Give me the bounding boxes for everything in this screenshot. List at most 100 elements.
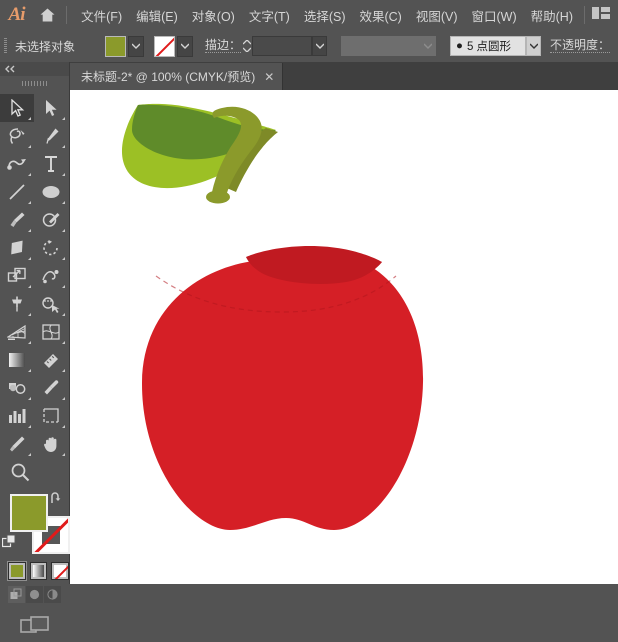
tools-panel-grip[interactable] [0,76,69,90]
stroke-color-swatch[interactable] [154,36,175,57]
width-tool[interactable] [34,262,68,290]
tool-flyout-corner-icon [62,173,65,176]
brush-dropdown-chevron-icon[interactable] [526,36,541,56]
zoom-tool[interactable] [0,458,44,486]
gradient-tool[interactable] [0,346,34,374]
draw-normal-button[interactable] [8,586,25,603]
apple-illustration[interactable] [70,90,618,584]
draw-behind-button[interactable] [26,586,43,603]
blend-tool[interactable] [0,374,34,402]
variable-width-profile-select[interactable] [341,36,436,56]
tool-flyout-corner-icon [62,117,65,120]
menu-type[interactable]: 文字(T) [242,0,297,30]
menu-select[interactable]: 选择(S) [297,0,353,30]
paintbrush-tool[interactable] [0,206,34,234]
column-graph-tool[interactable] [0,402,34,430]
menu-edit[interactable]: 编辑(E) [129,0,185,30]
tool-flyout-corner-icon [62,313,65,316]
brush-bullet-icon: ● [451,40,465,52]
eraser-tool[interactable] [0,234,34,262]
tool-flyout-corner-icon [28,425,31,428]
menu-window[interactable]: 窗口(W) [465,0,524,30]
menu-view[interactable]: 视图(V) [409,0,465,30]
fill-stroke-controls [0,490,69,556]
app-logo: Ai [0,0,33,30]
stroke-swatch-dropdown[interactable] [177,36,193,57]
draw-inside-button[interactable] [44,586,61,603]
direct-selection-tool[interactable] [34,94,68,122]
stroke-weight-input[interactable] [252,36,312,56]
document-tab[interactable]: 未标题-2* @ 100% (CMYK/预览) ✕ [70,63,283,90]
slice-tool[interactable] [0,430,34,458]
tool-flyout-corner-icon [62,257,65,260]
tool-flyout-corner-icon [28,117,31,120]
tool-flyout-corner-icon [62,453,65,456]
tool-flyout-corner-icon [62,397,65,400]
tool-flyout-corner-icon [62,285,65,288]
measure-tool[interactable] [34,346,68,374]
close-icon[interactable]: ✕ [264,72,274,82]
eyedropper-tool[interactable] [34,374,68,402]
tool-flyout-corner-icon [62,341,65,344]
tool-flyout-corner-icon [28,145,31,148]
fill-color-box[interactable] [10,494,48,532]
pen-tool[interactable] [34,122,68,150]
illustrator-window: Ai 文件(F) 编辑(E) 对象(O) 文字(T) 选择(S) 效果(C) 视… [0,0,618,584]
tool-flyout-corner-icon [28,313,31,316]
tool-flyout-corner-icon [62,369,65,372]
fill-swatch-dropdown[interactable] [128,36,144,57]
stroke-weight-label: 描边： [205,39,241,53]
mesh-tool[interactable] [34,318,68,346]
hand-tool[interactable] [34,430,68,458]
tool-flyout-corner-icon [28,341,31,344]
menu-divider [66,6,67,24]
shaper-tool[interactable] [34,206,68,234]
scale-tool[interactable] [0,262,34,290]
perspective-grid-tool[interactable] [0,318,34,346]
tool-flyout-corner-icon [28,229,31,232]
none-mode-button[interactable] [51,562,69,580]
gradient-mode-button[interactable] [30,562,48,580]
color-mode-button[interactable] [8,562,26,580]
menu-object[interactable]: 对象(O) [185,0,242,30]
apple-body [142,254,423,530]
change-screen-mode-button[interactable] [20,615,50,642]
artboard-tool[interactable] [34,402,68,430]
free-transform-tool[interactable] [0,290,34,318]
tool-flyout-corner-icon [28,201,31,204]
swap-fill-stroke-icon[interactable] [50,492,64,510]
arrange-documents-icon[interactable] [592,6,611,25]
fill-color-swatch[interactable] [105,36,126,57]
tool-flyout-corner-icon [28,369,31,372]
color-mode-buttons [0,556,69,580]
menu-help[interactable]: 帮助(H) [524,0,580,30]
home-icon[interactable] [33,0,62,30]
profile-chevron-down-icon [420,43,435,49]
selection-tool[interactable] [0,94,34,122]
tool-flyout-corner-icon [62,425,65,428]
menu-bar: Ai 文件(F) 编辑(E) 对象(O) 文字(T) 选择(S) 效果(C) 视… [0,0,618,30]
selection-status-label: 未选择对象 [15,38,97,55]
default-fill-stroke-icon[interactable] [2,534,17,554]
stroke-weight-dropdown[interactable] [312,36,327,56]
stroke-weight-stepper[interactable] [241,36,252,57]
rotate-tool[interactable] [34,234,68,262]
curvature-tool[interactable] [0,150,34,178]
tool-flyout-corner-icon [28,397,31,400]
control-bar: 未选择对象 描边： ● 5 点圆形 [0,30,618,63]
line-segment-tool[interactable] [0,178,34,206]
lasso-tool[interactable] [0,122,34,150]
stem-base [206,191,230,204]
type-tool[interactable] [34,150,68,178]
control-bar-grip[interactable] [0,30,11,62]
shape-builder-tool[interactable] [34,290,68,318]
tool-flyout-corner-icon [28,173,31,176]
tool-flyout-corner-icon [28,285,31,288]
document-tab-bar: 未标题-2* @ 100% (CMYK/预览) ✕ [70,62,618,90]
ellipse-tool[interactable] [34,178,68,206]
menu-file[interactable]: 文件(F) [74,0,129,30]
canvas-area[interactable] [70,90,618,584]
menu-effect[interactable]: 效果(C) [352,0,408,30]
tools-panel-collapse-button[interactable] [0,62,69,76]
brush-definition-select[interactable]: ● 5 点圆形 [450,36,526,56]
